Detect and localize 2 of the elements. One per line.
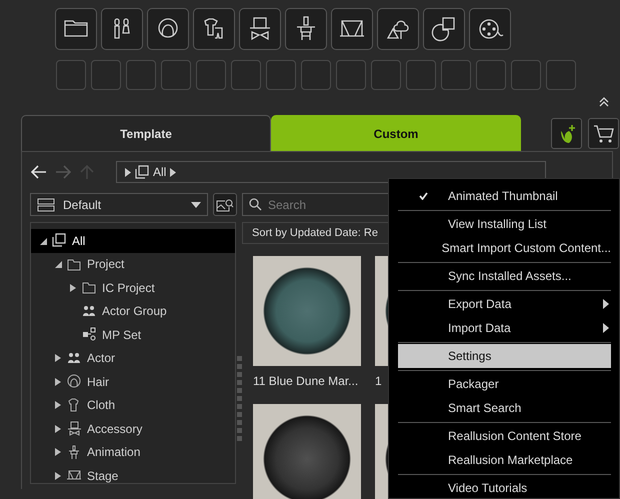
thumbnail-caption: 1: [375, 373, 382, 390]
thumbnail-caption: 11 Blue Dune Mar...: [253, 373, 358, 390]
